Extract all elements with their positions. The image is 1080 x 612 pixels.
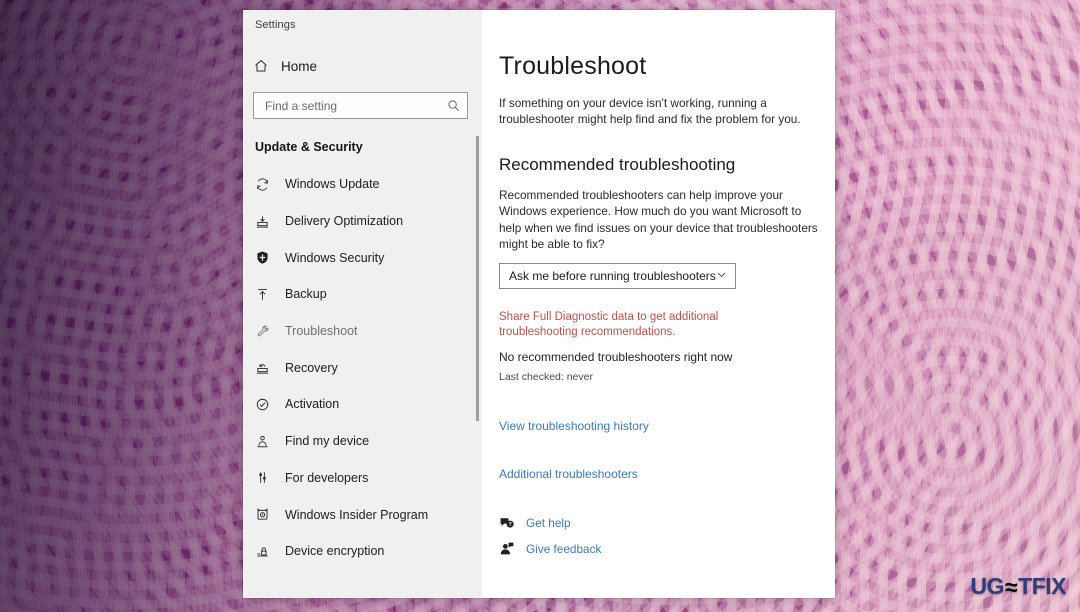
sidebar-item-windows-update[interactable]: Windows Update: [243, 166, 482, 203]
sidebar-item-windows-insider-program[interactable]: Windows Insider Program: [243, 496, 482, 533]
chevron-down-icon[interactable]: [716, 267, 727, 285]
delivery-icon: [255, 214, 281, 229]
sidebar-item-label: Device encryption: [285, 544, 385, 559]
sidebar-item-label: Windows Security: [285, 250, 385, 265]
sidebar-item-label: Windows Update: [285, 177, 380, 192]
insider-icon: [255, 507, 281, 522]
sidebar-scrollbar-thumb[interactable]: [476, 136, 479, 421]
help-bubble-icon: ?: [499, 515, 526, 531]
link-give-feedback[interactable]: Give feedback: [526, 542, 601, 556]
settings-window: Settings Home Find a setting Update & Se…: [243, 10, 835, 598]
window-title-bar: Settings: [243, 10, 482, 40]
svg-text:?: ?: [509, 522, 512, 528]
sidebar-item-find-my-device[interactable]: Find my device: [243, 423, 482, 460]
sidebar-item-label: Find my device: [285, 434, 370, 449]
footer-links: ? Get help Give feedback: [499, 513, 835, 560]
sidebar-item-label: Delivery Optimization: [285, 214, 404, 229]
sidebar-item-activation[interactable]: Activation: [243, 386, 482, 423]
link-get-help[interactable]: Get help: [526, 516, 571, 530]
recovery-icon: [255, 360, 281, 375]
upload-icon: [255, 287, 281, 302]
feedback-person-icon: [499, 541, 526, 557]
sidebar-item-delivery-optimization[interactable]: Delivery Optimization: [243, 203, 482, 240]
sidebar-item-backup[interactable]: Backup: [243, 276, 482, 313]
diagnostic-data-warning: Share Full Diagnostic data to get additi…: [499, 310, 719, 339]
settings-content-pane: Troubleshoot If something on your device…: [482, 10, 835, 598]
sync-icon: [255, 177, 281, 192]
sidebar-item-for-developers[interactable]: For developers: [243, 460, 482, 497]
recommended-troubleshooting-dropdown[interactable]: Ask me before running troubleshooters: [499, 262, 736, 289]
search-box[interactable]: [253, 92, 468, 119]
sidebar-item-label: Recovery: [285, 360, 338, 375]
sidebar-item-label: Troubleshoot: [285, 324, 358, 339]
window-title: Settings: [255, 19, 296, 31]
settings-sidebar: Settings Home Find a setting Update & Se…: [243, 10, 482, 598]
last-checked-text: Last checked: never: [499, 370, 593, 383]
section-body-text: Recommended troubleshooters can help imp…: [499, 188, 818, 252]
desktop-wallpaper: Settings Home Find a setting Update & Se…: [0, 0, 1080, 612]
sidebar-item-label: Activation: [285, 397, 340, 412]
sidebar-item-device-encryption[interactable]: Device encryption: [243, 533, 482, 570]
recommended-status-text: No recommended troubleshooters right now: [499, 349, 733, 364]
link-view-troubleshooting-history[interactable]: View troubleshooting history: [499, 419, 649, 433]
section-title-recommended-troubleshooting: Recommended troubleshooting: [499, 155, 736, 174]
watermark-part-1: UG: [970, 573, 1005, 599]
sidebar-item-label: Backup: [285, 287, 327, 302]
sidebar-item-windows-security[interactable]: Windows Security: [243, 239, 482, 276]
encryption-icon: [255, 544, 281, 559]
search-icon[interactable]: [447, 99, 460, 112]
dropdown-selected-value: Ask me before running troubleshooters: [509, 268, 716, 283]
sidebar-item-label: Windows Insider Program: [285, 507, 429, 522]
sidebar-nav-list: Windows Update Delivery Optimization Win…: [243, 166, 482, 598]
sidebar-item-label: For developers: [285, 470, 369, 485]
page-title: Troubleshoot: [499, 52, 647, 80]
search-container: [253, 92, 468, 119]
shield-icon: [255, 250, 281, 265]
home-icon: [253, 58, 279, 74]
link-additional-troubleshooters[interactable]: Additional troubleshooters: [499, 467, 638, 481]
watermark-part-2: TFIX: [1018, 573, 1066, 599]
sidebar-item-recovery[interactable]: Recovery: [243, 349, 482, 386]
watermark-mark-icon: ≈: [1005, 574, 1018, 600]
check-circle-icon: [255, 397, 281, 412]
sidebar-item-home-label: Home: [281, 58, 318, 74]
give-feedback-row[interactable]: Give feedback: [499, 539, 835, 560]
locate-person-icon: [255, 434, 281, 449]
sidebar-item-troubleshoot[interactable]: Troubleshoot: [243, 313, 482, 350]
sidebar-section-header: Update & Security: [255, 140, 363, 154]
sidebar-item-home[interactable]: Home: [243, 52, 482, 80]
get-help-row[interactable]: ? Get help: [499, 513, 835, 534]
sidebar-scrollbar[interactable]: [473, 136, 482, 598]
page-intro-text: If something on your device isn't workin…: [499, 96, 801, 126]
developer-icon: [255, 470, 281, 485]
wrench-icon: [255, 324, 281, 339]
ugetfix-watermark: UG ≈ TFIX: [970, 573, 1067, 600]
search-input[interactable]: [263, 97, 447, 114]
